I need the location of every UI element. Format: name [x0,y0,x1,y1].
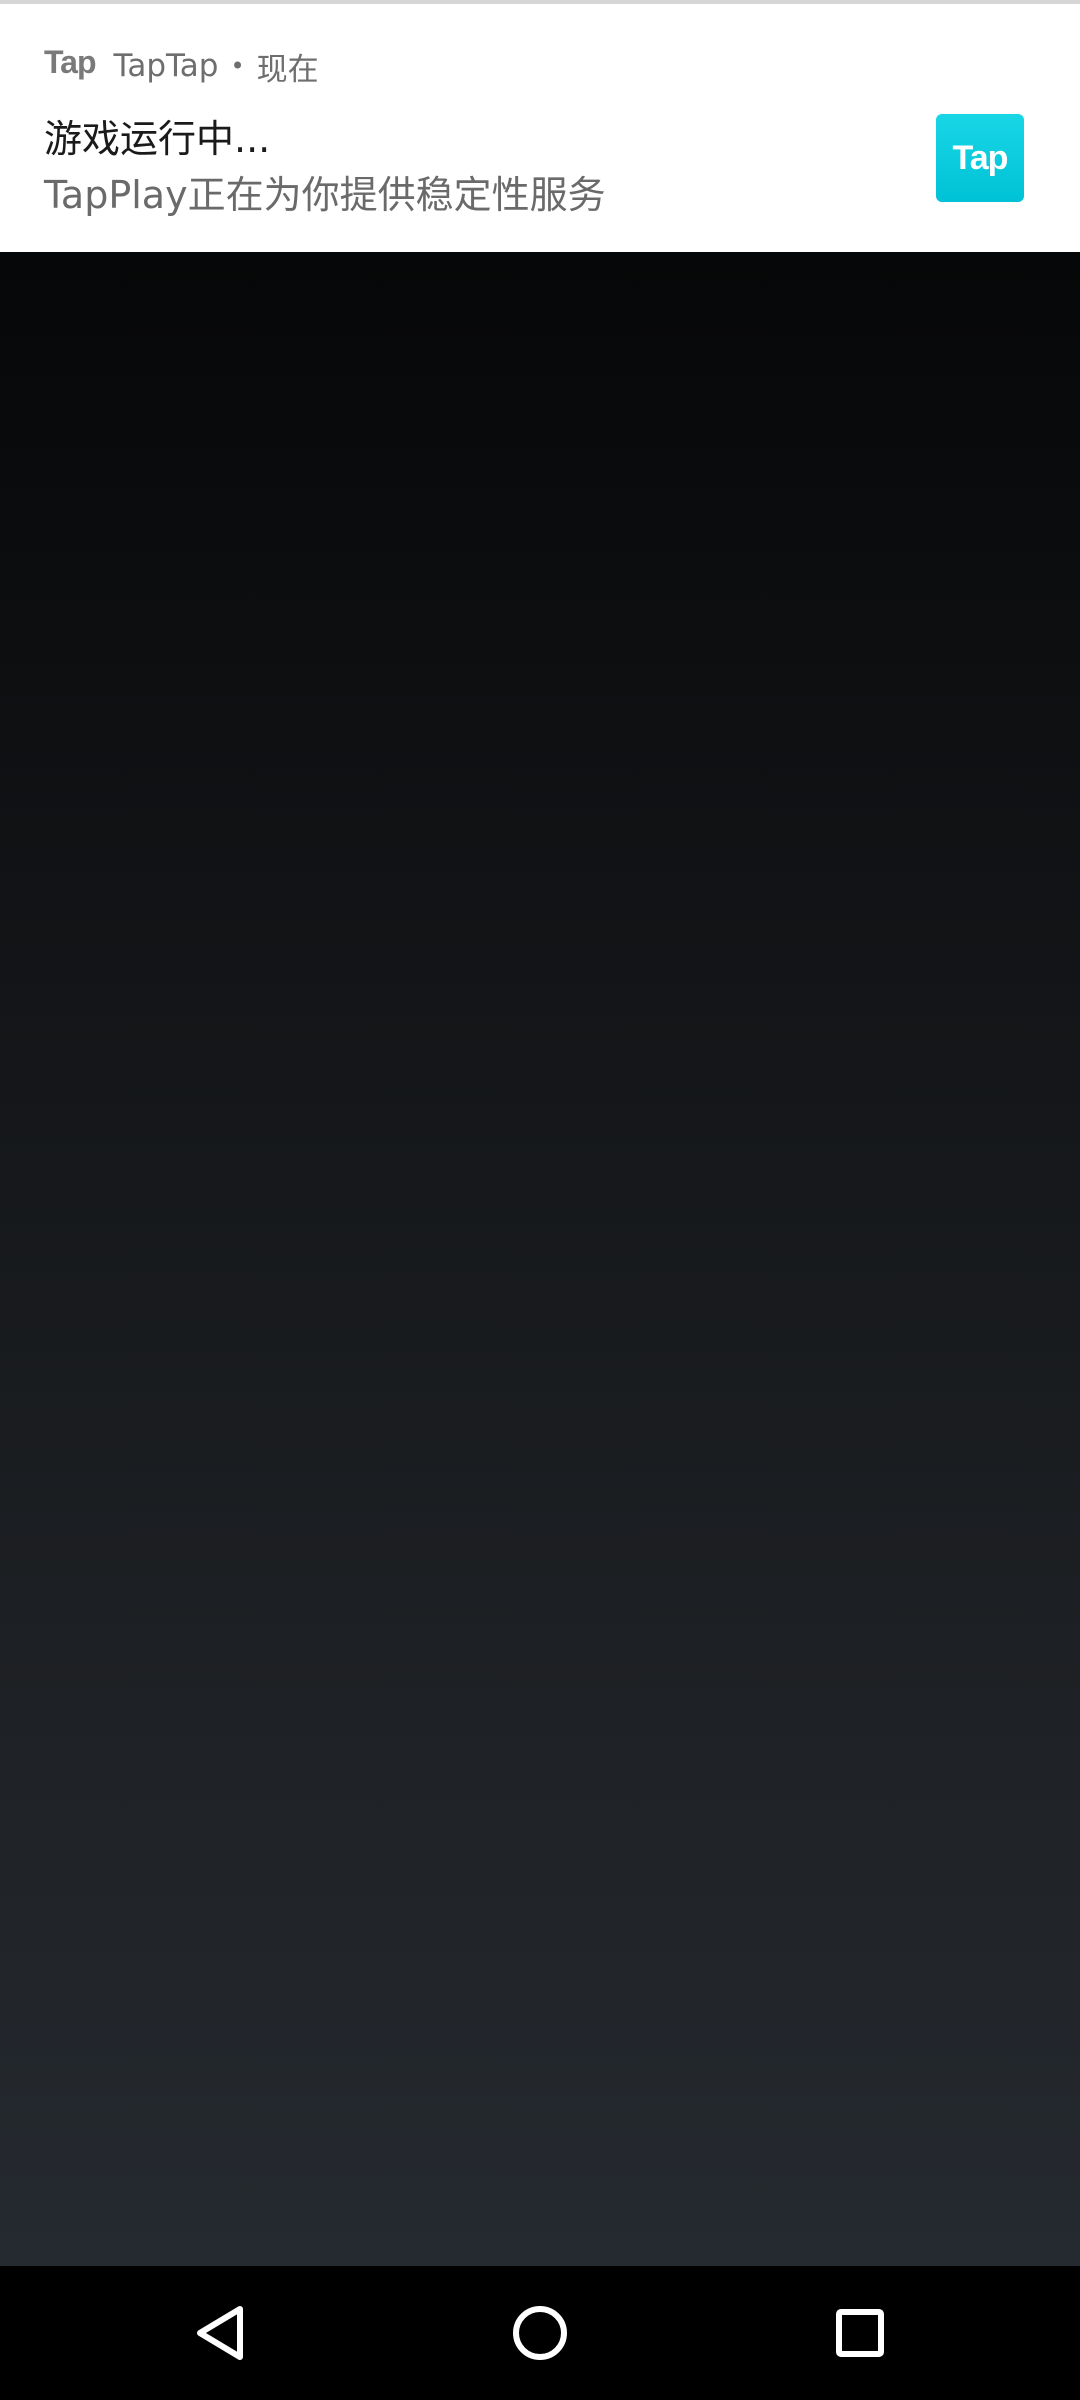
notification-separator: • [230,52,245,80]
nav-recents-button[interactable] [780,2266,940,2400]
navigation-bar [0,2266,1080,2400]
taptap-app-icon: Tap [936,114,1024,202]
app-surface[interactable] [0,252,1080,2266]
notification-title: 游戏运行中... [44,117,271,161]
home-icon [513,2306,567,2360]
back-icon [197,2306,243,2360]
notification-body: TapPlay正在为你提供稳定性服务 [44,173,606,217]
recents-icon [836,2309,884,2357]
notification-time: 现在 [256,51,319,88]
nav-back-button[interactable] [140,2266,300,2400]
nav-home-button[interactable] [460,2266,620,2400]
notification-header: Tap TapTap • 现在 [44,44,319,88]
screen: Tap TapTap • 现在 游戏运行中... TapPlay正在为你提供稳定… [0,0,1080,2400]
taptap-app-icon-label: Tap [952,138,1009,177]
notification-card[interactable]: Tap TapTap • 现在 游戏运行中... TapPlay正在为你提供稳定… [0,0,1080,252]
notification-app-name: TapTap [113,48,219,84]
taptap-small-icon: Tap [44,43,97,80]
